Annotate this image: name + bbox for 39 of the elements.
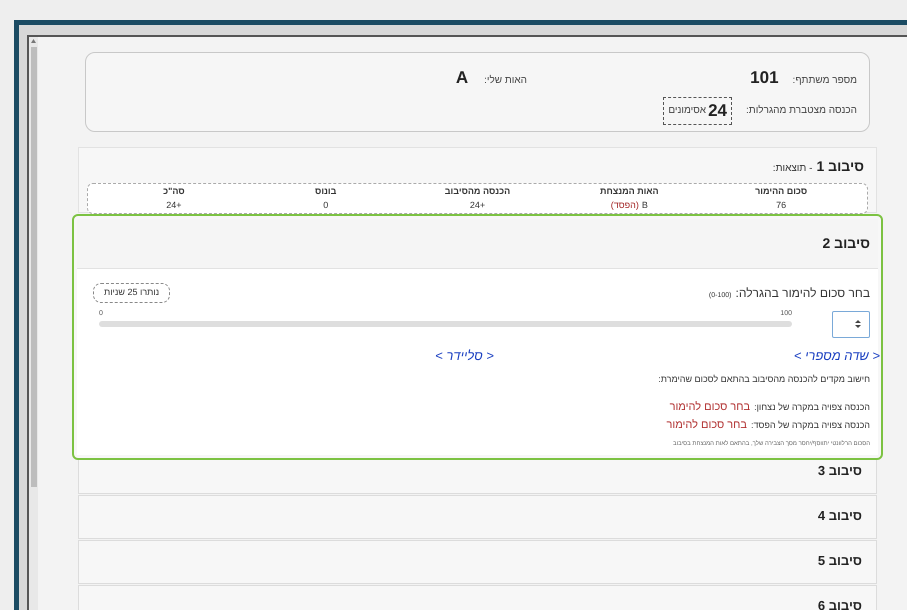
spinner-icon[interactable] bbox=[855, 320, 861, 328]
round-title: סיבוב 3 bbox=[818, 462, 862, 480]
loss-value: בחר סכום להימור bbox=[666, 418, 747, 433]
timer-pill: נותרו 25 שניות bbox=[93, 283, 170, 302]
table-cell-text: 76 bbox=[775, 198, 788, 212]
income-value: 24 bbox=[708, 100, 728, 122]
column-header: האות המנצחת bbox=[598, 185, 660, 198]
my-letter: A bbox=[456, 67, 468, 89]
table-cell-text: +24 bbox=[468, 198, 486, 212]
bet-prompt: בחר סכום להימור בהגרלה: bbox=[736, 284, 870, 302]
win-value: בחר סכום להימור bbox=[670, 400, 750, 414]
annotation: < שדה מספרי > bbox=[794, 346, 880, 364]
slider-track[interactable] bbox=[99, 321, 792, 327]
round-title: סיבוב 5 bbox=[818, 552, 862, 570]
column-header: סכום ההימור bbox=[754, 185, 808, 198]
annotation: < סליידר > bbox=[435, 346, 494, 364]
income-label: הכנסה מצטברת מהגרלות: bbox=[746, 104, 857, 118]
loss-tag: (הפסד) bbox=[610, 198, 639, 212]
number-field[interactable] bbox=[832, 310, 870, 338]
scroll-up-icon[interactable] bbox=[31, 39, 36, 43]
participant-number: 101 bbox=[750, 67, 779, 89]
calc-title: חישוב מקדים להכנסה מהסיבוב בהתאם לסכום שהימרת: bbox=[657, 373, 870, 386]
win-label: הכנסה צפויה במקרה של נצחון: bbox=[754, 400, 870, 414]
round-title: סיבוב 6 bbox=[818, 596, 862, 610]
letter-label: האות שלי: bbox=[484, 74, 527, 88]
participant-label: מספר משתתף: bbox=[792, 74, 857, 88]
table-cell-text: 0 bbox=[322, 198, 330, 212]
round-title: סיבוב 1 bbox=[816, 157, 864, 176]
round-title: סיבוב 2 bbox=[822, 234, 870, 253]
table-cell-text: +24 bbox=[165, 198, 183, 212]
round-title: סיבוב 4 bbox=[818, 506, 862, 524]
column-header: הכנסה מהסיבוב bbox=[444, 185, 512, 198]
table-cell-text: B bbox=[642, 198, 648, 212]
round-subtitle: - תוצאות: bbox=[772, 162, 812, 176]
scrollbar[interactable] bbox=[29, 37, 38, 610]
income-unit: אסימונים bbox=[668, 104, 706, 118]
column-header: בונוס bbox=[314, 185, 338, 198]
column-header: סה"כ bbox=[162, 185, 186, 198]
loss-label: הכנסה צפויה במקרה של הפסד: bbox=[751, 419, 870, 432]
